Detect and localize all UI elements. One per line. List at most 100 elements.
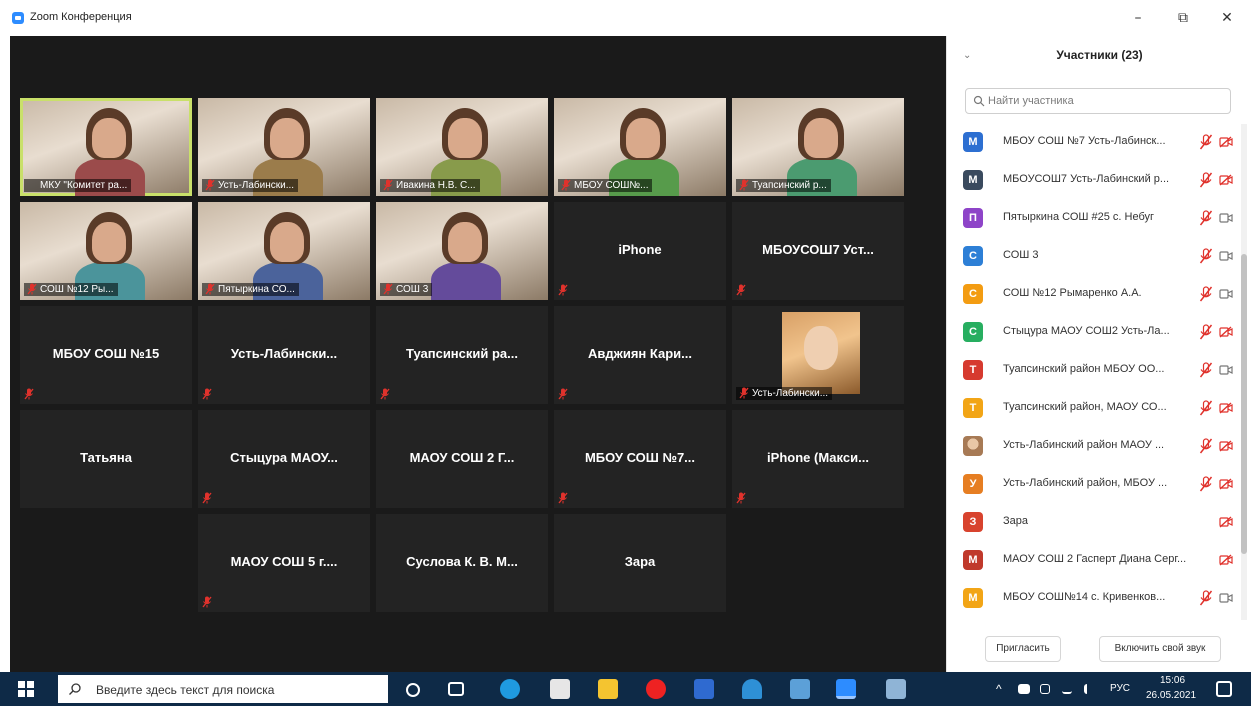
- participant-list-item[interactable]: С СОШ 3: [947, 238, 1237, 274]
- network-icon[interactable]: [1018, 684, 1030, 694]
- participant-list-name: Стыцура МАОУ СОШ2 Усть-Ла...: [1003, 325, 1170, 337]
- participant-video-tile[interactable]: iPhone: [554, 202, 726, 300]
- task-view-icon[interactable]: [448, 682, 464, 696]
- participant-list-item[interactable]: С Стыцура МАОУ СОШ2 Усть-Ла...: [947, 314, 1237, 350]
- participant-name: МАОУ СОШ 2 Г...: [409, 450, 515, 465]
- participant-video-tile[interactable]: Усть-Лабински...: [732, 306, 904, 404]
- participant-list-item[interactable]: З Зара: [947, 504, 1237, 540]
- participant-video-tile[interactable]: Пятыркина СО...: [198, 202, 370, 300]
- participant-name: Суслова К. В. М...: [406, 554, 518, 569]
- participant-list-item[interactable]: С СОШ №12 Рымаренко А.А.: [947, 276, 1237, 312]
- gallery-view: МКУ "Комитет ра... Усть-Лабински... Ивакин…: [10, 36, 946, 672]
- edge-browser-icon[interactable]: [500, 679, 520, 699]
- participant-video-tile[interactable]: Усть-Лабински...: [198, 306, 370, 404]
- restore-button[interactable]: ⧉: [1168, 8, 1198, 28]
- muted-mic-icon: [1199, 324, 1213, 340]
- participant-video-tile[interactable]: Ивакина Н.В. С...: [376, 98, 548, 196]
- file-explorer-icon[interactable]: [598, 679, 618, 699]
- participant-video-tile[interactable]: СОШ №12 Ры...: [20, 202, 192, 300]
- muted-mic-icon: [736, 284, 746, 296]
- participant-video-tile[interactable]: МБОУ СОШ№...: [554, 98, 726, 196]
- participant-list-item[interactable]: П Пятыркина СОШ #25 с. Небуг: [947, 200, 1237, 236]
- clock-time[interactable]: 15:06: [1160, 675, 1185, 686]
- zoom-taskbar-icon[interactable]: [836, 679, 856, 699]
- participant-name: МБОУ СОШ№...: [574, 180, 649, 191]
- participant-video-tile[interactable]: Усть-Лабински...: [198, 98, 370, 196]
- participant-list-item[interactable]: Усть-Лабинский район МАОУ ...: [947, 428, 1237, 464]
- muted-mic-icon: [1199, 210, 1213, 226]
- windows-start-icon[interactable]: [18, 681, 34, 697]
- participant-avatar: М: [963, 588, 983, 608]
- participant-list-item[interactable]: М МБОУ СОШ №7 Усть-Лабинск...: [947, 124, 1237, 160]
- store-icon[interactable]: [550, 679, 570, 699]
- video-off-icon: [1219, 516, 1233, 528]
- notifications-icon[interactable]: [1216, 681, 1232, 697]
- participant-name: Ивакина Н.В. С...: [396, 180, 476, 191]
- zoom-window: Zoom Конференция – ⧉ ✕ МКУ "Комитет ра..…: [0, 0, 1251, 706]
- participant-video-tile[interactable]: iPhone (Макси...: [732, 410, 904, 508]
- clock-date[interactable]: 26.05.2021: [1146, 690, 1196, 701]
- participant-list-item[interactable]: М МАОУ СОШ 2 Гасперт Диана Серг...: [947, 542, 1237, 578]
- participant-list-name: Усть-Лабинский район МАОУ ...: [1003, 439, 1165, 451]
- participant-list-item[interactable]: М МБОУСОШ7 Усть-Лабинский р...: [947, 162, 1237, 198]
- minimize-button[interactable]: –: [1123, 8, 1153, 28]
- volume-icon[interactable]: [1084, 684, 1094, 694]
- tray-chevron-icon[interactable]: ^: [996, 682, 1002, 696]
- muted-mic-icon: [27, 283, 37, 295]
- participant-video-tile[interactable]: МБОУ СОШ №7...: [554, 410, 726, 508]
- participant-list-item[interactable]: Т Туапсинский район МБОУ ОО...: [947, 352, 1237, 388]
- participant-list-item[interactable]: Т Туапсинский район, МАОУ СО...: [947, 390, 1237, 426]
- participant-video-tile[interactable]: Зара: [554, 514, 726, 612]
- participant-avatar: С: [963, 322, 983, 342]
- participant-name: Авджиян Кари...: [588, 346, 692, 361]
- participant-video-tile[interactable]: Туапсинский ра...: [376, 306, 548, 404]
- telegram-icon[interactable]: [742, 679, 762, 699]
- language-indicator[interactable]: РУС: [1110, 683, 1130, 694]
- battery-icon[interactable]: [1040, 684, 1050, 694]
- participant-video-tile[interactable]: Авджиян Кари...: [554, 306, 726, 404]
- vk-icon[interactable]: [694, 679, 714, 699]
- participant-list-item[interactable]: М МБОУ СОШ№14 с. Кривенков...: [947, 580, 1237, 616]
- participant-avatar: У: [963, 474, 983, 494]
- video-off-icon: [1219, 136, 1233, 148]
- invite-button[interactable]: Пригласить: [985, 636, 1061, 662]
- participant-list: М МБОУ СОШ №7 Усть-Лабинск... М МБОУСОШ7 Ус…: [947, 124, 1237, 620]
- muted-mic-icon: [558, 492, 568, 504]
- participant-face: [448, 222, 482, 262]
- participant-search-box[interactable]: [965, 88, 1231, 114]
- app-icon[interactable]: [790, 679, 810, 699]
- participant-avatar: З: [963, 512, 983, 532]
- yandex-browser-icon[interactable]: [646, 679, 666, 699]
- participant-video-tile[interactable]: МАОУ СОШ 2 Г...: [376, 410, 548, 508]
- participant-name: СОШ 3: [396, 284, 429, 295]
- participant-list-scrollbar[interactable]: [1241, 124, 1247, 620]
- participant-video-tile[interactable]: Суслова К. В. М...: [376, 514, 548, 612]
- pen-icon[interactable]: [1062, 684, 1072, 694]
- muted-mic-icon: [1199, 590, 1213, 606]
- close-button[interactable]: ✕: [1212, 8, 1242, 28]
- participant-video-tile[interactable]: Татьяна: [20, 410, 192, 508]
- active-speaker-tile[interactable]: МКУ "Комитет ра...: [20, 98, 192, 196]
- participant-video-tile[interactable]: Туапсинский р...: [732, 98, 904, 196]
- participant-name-label: МКУ "Комитет ра...: [24, 179, 132, 192]
- participant-video-tile[interactable]: МБОУСОШ7 Уст...: [732, 202, 904, 300]
- muted-mic-icon: [1199, 476, 1213, 492]
- participant-video-tile[interactable]: Стыцура МАОУ...: [198, 410, 370, 508]
- participant-video-tile[interactable]: СОШ 3: [376, 202, 548, 300]
- participant-name: Пятыркина СО...: [218, 284, 295, 295]
- participant-name: СОШ №12 Ры...: [40, 284, 114, 295]
- participant-video-tile[interactable]: МБОУ СОШ №15: [20, 306, 192, 404]
- photos-icon[interactable]: [886, 679, 906, 699]
- participant-search-input[interactable]: [988, 93, 1224, 109]
- participant-name: Усть-Лабински...: [218, 180, 295, 191]
- participant-list-item[interactable]: У Усть-Лабинский район, МБОУ ...: [947, 466, 1237, 502]
- unmute-myself-button[interactable]: Включить свой звук: [1099, 636, 1221, 662]
- participant-name: Туапсинский р...: [752, 180, 827, 191]
- participant-video-tile[interactable]: МАОУ СОШ 5 г....: [198, 514, 370, 612]
- scrollbar-thumb[interactable]: [1241, 254, 1247, 554]
- muted-mic-icon: [558, 388, 568, 400]
- cortana-icon[interactable]: [406, 683, 420, 697]
- muted-mic-icon: [205, 179, 215, 191]
- taskbar-search-box[interactable]: Введите здесь текст для поиска: [58, 675, 388, 703]
- video-on-icon: [1219, 365, 1233, 375]
